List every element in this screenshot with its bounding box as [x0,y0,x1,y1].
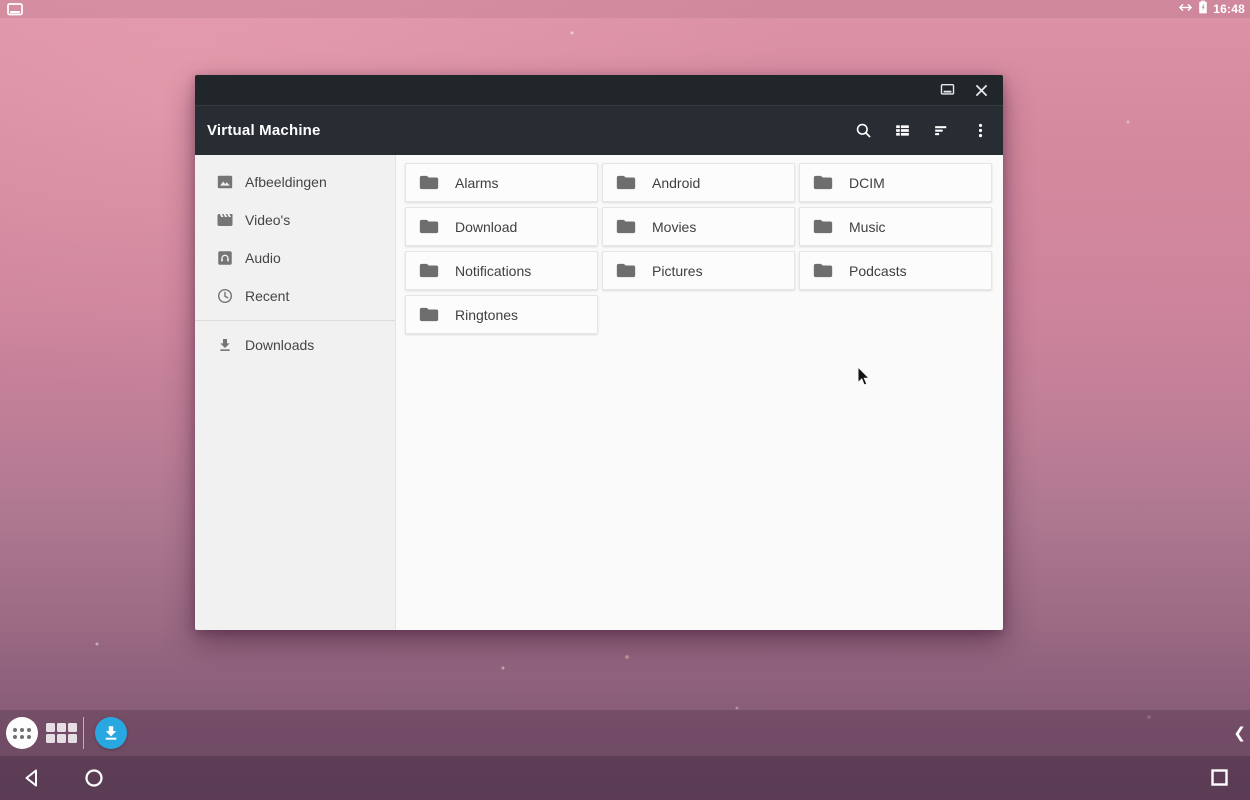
sidebar-item-recent[interactable]: Recent [195,277,395,315]
folder-tile[interactable]: Pictures [602,251,795,290]
downloads-icon [216,336,234,354]
window-grid-button[interactable] [46,723,77,743]
folder-name: Notifications [455,263,531,279]
audio-icon [216,249,234,267]
app-drawer-icon [13,728,31,739]
downloads-app-button[interactable] [95,717,127,749]
window-grid-icon [46,723,77,743]
taskbar-collapse-chevron[interactable]: ❮ [1233,710,1246,756]
sidebar-item-label: Audio [245,250,281,266]
folder-tile[interactable]: Ringtones [405,295,598,334]
folder-icon [419,262,439,279]
folder-icon [813,174,833,191]
folder-icon [813,218,833,235]
sidebar-item-label: Downloads [245,337,314,353]
recent-apps-button[interactable] [1211,769,1228,791]
folder-tile[interactable]: Alarms [405,163,598,202]
sort-icon[interactable] [931,121,951,141]
sidebar-item-audio[interactable]: Audio [195,239,395,277]
folder-tile[interactable]: Download [405,207,598,246]
folder-name: Pictures [652,263,703,279]
folder-tile[interactable]: DCIM [799,163,992,202]
folder-name: Music [849,219,886,235]
file-manager-window: Virtual Machine [195,75,1003,630]
folder-grid: Alarms Android DCIM Download [405,163,994,334]
sidebar-divider [195,320,395,321]
folder-icon [419,174,439,191]
folder-tile[interactable]: Android [602,163,795,202]
folder-tile[interactable]: Music [799,207,992,246]
app-drawer-button[interactable] [6,717,38,749]
recent-icon [216,287,234,305]
home-button[interactable] [84,768,104,793]
folder-name: Ringtones [455,307,518,323]
sidebar-item-label: Recent [245,288,289,304]
folder-icon [813,262,833,279]
desktop-indicator-icon [7,3,23,21]
videos-icon [216,211,234,229]
close-window-button[interactable] [973,82,990,99]
folder-name: Android [652,175,700,191]
folder-tile[interactable]: Notifications [405,251,598,290]
restore-window-button[interactable] [939,82,956,99]
navigation-bar [0,756,1250,800]
sidebar-item-images[interactable]: Afbeeldingen [195,163,395,201]
status-bar: 16:48 [0,0,1250,18]
taskbar-divider [83,717,84,749]
taskbar: ❮ [0,710,1250,756]
folder-icon [616,262,636,279]
folder-icon [616,174,636,191]
sidebar-item-videos[interactable]: Video's [195,201,395,239]
mouse-cursor [857,367,871,392]
ethernet-icon [1178,0,1193,18]
clock-time: 16:48 [1213,2,1245,16]
back-button[interactable] [23,768,39,793]
folder-icon [419,306,439,323]
images-icon [216,173,234,191]
view-list-icon[interactable] [892,121,912,141]
folder-name: Movies [652,219,696,235]
folder-name: DCIM [849,175,885,191]
window-title: Virtual Machine [207,122,853,139]
folder-name: Download [455,219,517,235]
folder-name: Podcasts [849,263,907,279]
folder-icon [419,218,439,235]
folder-tile[interactable]: Podcasts [799,251,992,290]
battery-charging-icon [1198,0,1208,19]
search-icon[interactable] [853,121,873,141]
sidebar-item-label: Video's [245,212,290,228]
more-options-icon[interactable] [970,121,990,141]
directory-content: Alarms Android DCIM Download [396,155,1003,630]
sidebar-item-label: Afbeeldingen [245,174,327,190]
folder-icon [616,218,636,235]
download-icon [102,724,120,742]
desktop: 16:48 Virtual Machine [0,0,1250,800]
app-toolbar: Virtual Machine [195,105,1003,155]
folder-tile[interactable]: Movies [602,207,795,246]
folder-name: Alarms [455,175,499,191]
window-caption-bar[interactable] [195,75,1003,105]
sidebar-item-downloads[interactable]: Downloads [195,326,395,364]
roots-sidebar: Afbeeldingen Video's [195,155,396,630]
